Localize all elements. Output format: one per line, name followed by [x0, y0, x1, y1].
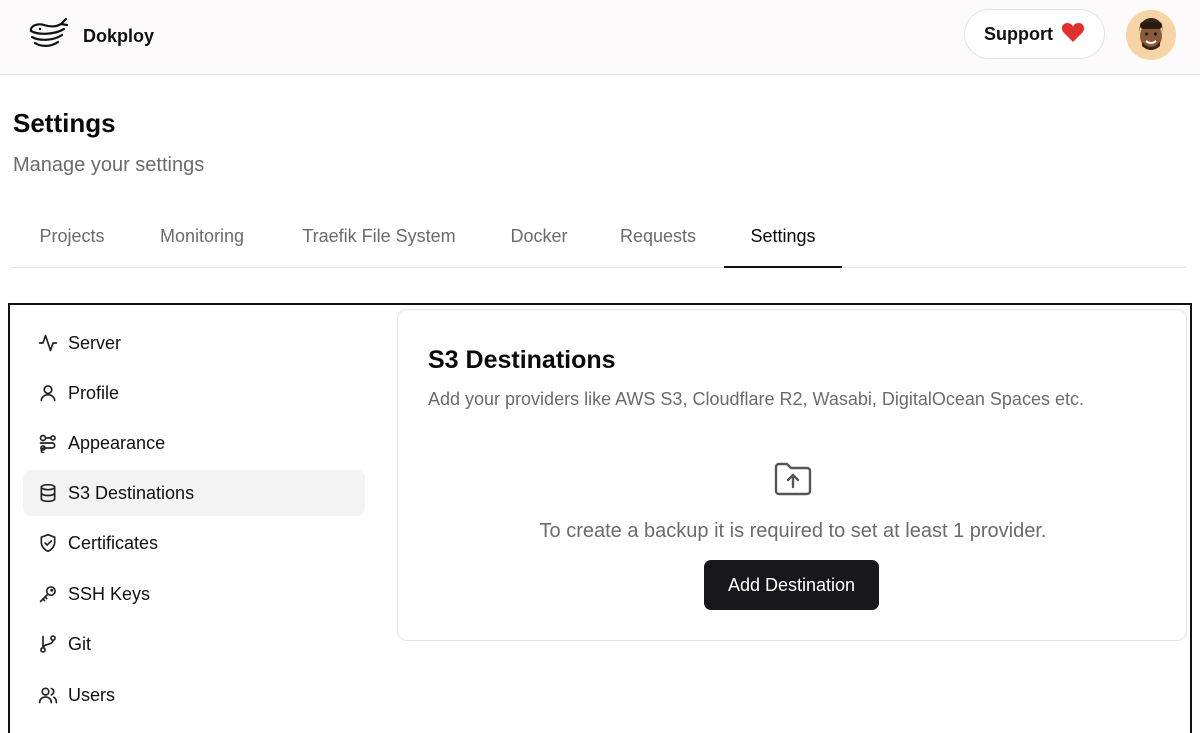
empty-state-text: To create a backup it is required to set…	[539, 520, 1047, 542]
activity-icon	[38, 333, 58, 353]
sidebar-item-server[interactable]: Server	[23, 320, 365, 366]
tab-monitoring[interactable]: Monitoring	[139, 212, 265, 268]
sidebar-item-certificates[interactable]: Certificates	[23, 520, 365, 566]
tab-requests[interactable]: Requests	[603, 212, 713, 268]
sidebar-item-label: Profile	[68, 382, 120, 403]
shield-check-icon	[38, 533, 58, 553]
support-button[interactable]: Support	[964, 9, 1105, 59]
user-icon	[38, 383, 58, 403]
sidebar-item-git[interactable]: Git	[23, 621, 365, 667]
s3-destinations-card: S3 Destinations Add your providers like …	[397, 309, 1187, 641]
card-description: Add your providers like AWS S3, Cloudfla…	[428, 389, 1084, 409]
sidebar-item-label: Appearance	[68, 432, 166, 453]
page-subtitle: Manage your settings	[13, 154, 205, 176]
sidebar-item-label: S3 Destinations	[68, 482, 195, 503]
page-title: Settings	[13, 108, 116, 138]
sidebar-item-profile[interactable]: Profile	[23, 370, 365, 416]
key-icon	[38, 584, 58, 604]
card-title: S3 Destinations	[428, 346, 616, 374]
folder-up-icon	[773, 461, 813, 497]
settings-panel: Server Profile Appearance S3 Destination…	[8, 303, 1192, 733]
palette-icon	[38, 433, 58, 453]
sidebar-item-label: Certificates	[68, 532, 159, 553]
sidebar-item-appearance[interactable]: Appearance	[23, 420, 365, 466]
top-bar: Dokploy Support	[0, 0, 1200, 75]
brand-name: Dokploy	[83, 26, 155, 46]
sidebar-item-label: Git	[68, 633, 92, 654]
database-icon	[38, 483, 58, 503]
git-branch-icon	[38, 634, 58, 654]
sidebar-item-s3-destinations[interactable]: S3 Destinations	[23, 470, 365, 516]
tab-settings[interactable]: Settings	[724, 212, 842, 268]
tab-docker[interactable]: Docker	[490, 212, 588, 268]
brand[interactable]: Dokploy	[28, 16, 154, 57]
sidebar-item-label: Users	[68, 684, 116, 705]
tab-projects[interactable]: Projects	[12, 212, 132, 268]
add-destination-button[interactable]: Add Destination	[704, 560, 879, 610]
avatar[interactable]	[1126, 10, 1176, 60]
sidebar-item-ssh-keys[interactable]: SSH Keys	[23, 571, 365, 617]
heart-icon	[1061, 21, 1085, 48]
sidebar-item-label: Server	[68, 332, 122, 353]
whale-logo-icon	[28, 16, 70, 57]
sidebar-item-users[interactable]: Users	[23, 672, 365, 718]
users-icon	[38, 685, 58, 705]
tab-traefik-file-system[interactable]: Traefik File System	[284, 212, 474, 268]
sidebar-item-label: SSH Keys	[68, 583, 151, 604]
support-label: Support	[984, 23, 1053, 44]
main-tabs: Projects Monitoring Traefik File System …	[12, 212, 1186, 268]
